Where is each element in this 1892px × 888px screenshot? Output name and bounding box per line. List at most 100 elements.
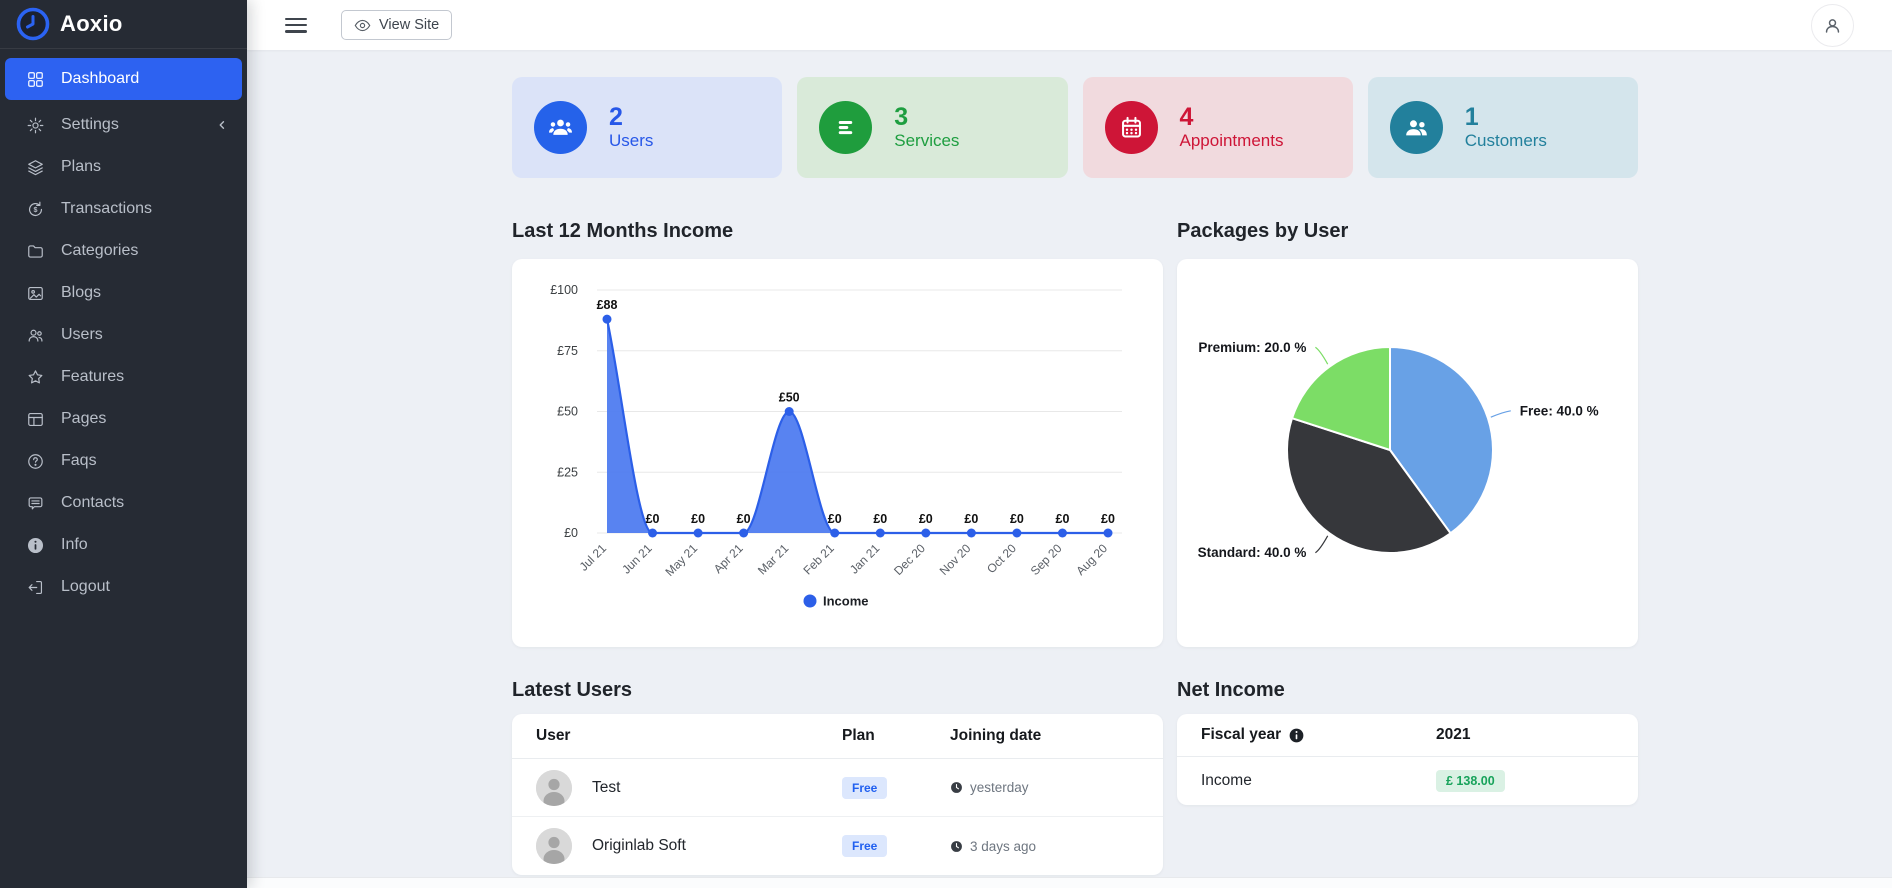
income-amount-badge: £ 138.00 [1436,770,1505,792]
users-icon [26,326,45,345]
svg-text:£50: £50 [557,405,578,419]
sidebar-item-label: Categories [61,242,138,260]
packages-pie-card: Free: 40.0 %Standard: 40.0 %Premium: 20.… [1177,259,1638,647]
sidebar-item-users[interactable]: Users [0,314,247,356]
col-header-plan: Plan [842,727,950,745]
stat-label: Customers [1465,131,1547,151]
svg-text:Premium: 20.0 %: Premium: 20.0 % [1198,340,1306,355]
sidebar-item-contacts[interactable]: Contacts [0,482,247,524]
stat-label: Users [609,131,653,151]
joining-date: 3 days ago [950,839,1139,854]
stats-row: 2Users3Services4Appointments1Customers [512,77,1638,178]
user-menu-button[interactable] [1811,4,1854,47]
stat-value: 2 [609,104,653,130]
stat-card-appointments[interactable]: 4Appointments [1083,77,1353,178]
sidebar-nav: Dashboard Settings Plans$Transactions Categ… [0,49,247,617]
menu-toggle-icon[interactable] [285,18,307,33]
stat-card-customers[interactable]: 1Customers [1368,77,1638,178]
sidebar-item-label: Settings [61,116,119,134]
eye-icon [354,17,371,34]
svg-text:Jun 21: Jun 21 [619,541,655,577]
sidebar-item-features[interactable]: Features [0,356,247,398]
topbar: View Site [247,0,1892,50]
fiscal-year-value: 2021 [1436,726,1470,744]
sidebar-item-label: Info [61,536,88,554]
stat-card-users[interactable]: 2Users [512,77,782,178]
sidebar-item-pages[interactable]: Pages [0,398,247,440]
avatar [536,770,572,806]
clock-icon [950,840,963,853]
sidebar-item-label: Faqs [61,452,97,470]
logout-icon [26,578,45,597]
stat-value: 1 [1465,104,1547,130]
sidebar-item-dashboard[interactable]: Dashboard [5,58,242,100]
sidebar-item-logout[interactable]: Logout [0,566,247,608]
layers-icon [26,158,45,177]
svg-text:$: $ [34,206,38,214]
svg-text:£0: £0 [964,512,978,526]
income-row-label: Income [1201,772,1252,790]
view-site-label: View Site [379,17,439,33]
view-site-button[interactable]: View Site [341,10,452,40]
sidebar-item-label: Contacts [61,494,124,512]
chevron-left-icon [215,118,229,132]
sidebar-item-label: Users [61,326,103,344]
net-income-row: Income £ 138.00 [1177,757,1638,805]
clock-icon [950,781,963,794]
svg-text:Apr 21: Apr 21 [711,541,746,576]
avatar [536,828,572,864]
person-icon [1822,15,1843,36]
svg-text:Feb 21: Feb 21 [801,541,838,578]
income-area-chart: £0£25£50£75£100£88Jul 21£0Jun 21£0May 21… [532,279,1143,627]
net-income-title: Net Income [1177,679,1638,702]
income-chart-card: £0£25£50£75£100£88Jul 21£0Jun 21£0May 21… [512,259,1163,647]
latest-users-card: User Plan Joining date Test Free yesterday… [512,714,1163,875]
brand-name: Aoxio [60,11,123,37]
svg-text:£0: £0 [564,526,578,540]
svg-text:£88: £88 [597,298,618,312]
info-icon [1289,728,1304,743]
net-income-card: Fiscal year 2021 Inc [1177,714,1638,805]
image-icon [26,284,45,303]
star-icon [26,368,45,387]
sidebar-item-label: Logout [61,578,110,596]
joining-date: yesterday [950,780,1139,795]
svg-text:£0: £0 [646,512,660,526]
sidebar-item-faqs[interactable]: Faqs [0,440,247,482]
sidebar-item-label: Features [61,368,124,386]
stat-value: 4 [1180,104,1284,130]
sidebar-item-transactions[interactable]: $Transactions [0,188,247,230]
sidebar-item-plans[interactable]: Plans [0,146,247,188]
sidebar-item-categories[interactable]: Categories [0,230,247,272]
svg-text:£100: £100 [550,283,578,297]
stat-card-services[interactable]: 3Services [797,77,1067,178]
svg-text:Jul 21: Jul 21 [577,541,610,574]
svg-text:Nov 20: Nov 20 [937,541,974,578]
svg-text:£75: £75 [557,344,578,358]
latest-users-rows: TestFreeyesterdayOriginlab SoftFree3 day… [512,759,1163,875]
sidebar-item-label: Blogs [61,284,101,302]
stat-value: 3 [894,104,959,130]
svg-text:£0: £0 [1056,512,1070,526]
latest-users-header: User Plan Joining date [512,714,1163,759]
currency-refresh-icon: $ [26,200,45,219]
fiscal-year-label: Fiscal year [1201,726,1281,744]
net-income-header: Fiscal year 2021 [1177,714,1638,757]
sidebar-item-blogs[interactable]: Blogs [0,272,247,314]
folder-icon [26,242,45,261]
clock-logo-icon [16,7,50,41]
svg-text:£0: £0 [919,512,933,526]
sidebar-item-label: Pages [61,410,106,428]
sidebar-item-settings[interactable]: Settings [0,104,247,146]
sidebar-item-info[interactable]: Info [0,524,247,566]
stat-label: Appointments [1180,131,1284,151]
svg-text:Free: 40.0 %: Free: 40.0 % [1520,403,1599,418]
latest-users-title: Latest Users [512,679,1163,702]
users-group-icon [534,101,587,154]
horizontal-scrollbar[interactable] [247,877,1892,888]
user-name: Test [592,779,620,797]
income-chart-title: Last 12 Months Income [512,220,1163,243]
gear-icon [26,116,45,135]
svg-text:May 21: May 21 [662,541,700,579]
plan-badge: Free [842,835,887,857]
